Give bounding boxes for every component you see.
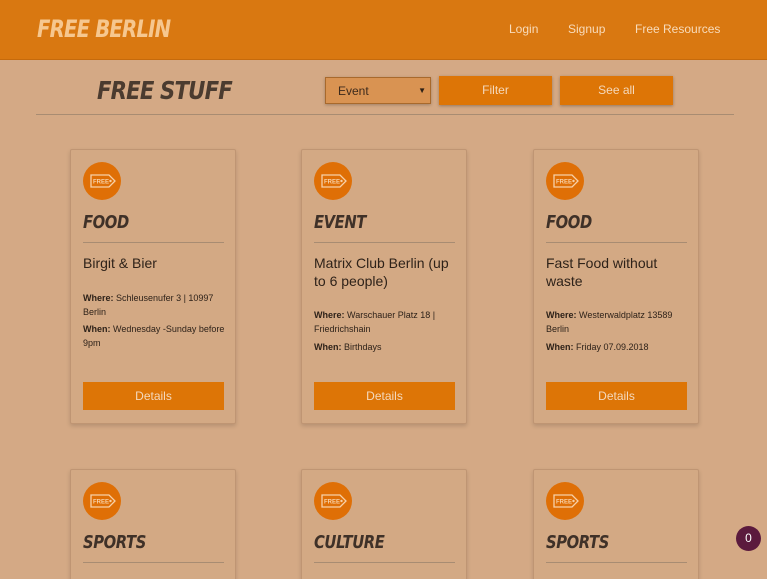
card-title: Fast Food without waste bbox=[546, 255, 658, 289]
free-tag-icon: FREE bbox=[546, 482, 584, 520]
card-title: Birgit & Bier bbox=[83, 255, 157, 271]
when-value: Birthdays bbox=[344, 342, 382, 352]
card-divider bbox=[546, 562, 687, 563]
nav-signup-link[interactable]: Signup bbox=[568, 22, 605, 36]
free-tag-icon: FREE bbox=[314, 162, 352, 200]
card-where: Where: Westerwaldplatz 13589 Berlin bbox=[546, 308, 691, 336]
when-label: When: bbox=[83, 324, 111, 334]
card-category: FOOD bbox=[83, 212, 129, 233]
offer-card: FREE CULTURE bbox=[301, 469, 467, 579]
card-when: When: Birthdays bbox=[314, 340, 459, 354]
card-title: Matrix Club Berlin (up to 6 people) bbox=[314, 255, 449, 289]
header-divider bbox=[36, 114, 734, 115]
when-label: When: bbox=[546, 342, 574, 352]
notification-badge[interactable]: 0 bbox=[736, 526, 761, 551]
category-select-value: Event bbox=[338, 84, 369, 98]
when-label: When: bbox=[314, 342, 342, 352]
where-label: Where: bbox=[314, 310, 345, 320]
card-divider bbox=[83, 242, 224, 243]
details-button[interactable]: Details bbox=[546, 382, 687, 410]
card-divider bbox=[314, 562, 455, 563]
card-where: Where: Schleusenufer 3 | 10997 Berlin bbox=[83, 291, 228, 319]
card-when: When: Wednesday -Sunday before 9pm bbox=[83, 322, 228, 350]
details-button[interactable]: Details bbox=[314, 382, 455, 410]
where-label: Where: bbox=[546, 310, 577, 320]
card-category: CULTURE bbox=[314, 532, 385, 553]
free-tag-icon: FREE bbox=[83, 482, 121, 520]
card-divider bbox=[83, 562, 224, 563]
offer-card: FREE SPORTS bbox=[533, 469, 699, 579]
when-value: Friday 07.09.2018 bbox=[576, 342, 649, 352]
nav-free-resources-link[interactable]: Free Resources bbox=[635, 22, 720, 36]
card-category: FOOD bbox=[546, 212, 592, 233]
card-divider bbox=[546, 242, 687, 243]
free-tag-icon: FREE bbox=[314, 482, 352, 520]
offer-card: FREE FOOD Birgit & Bier Where: Schleusen… bbox=[70, 149, 236, 424]
navbar: FREE BERLIN Login Signup Free Resources bbox=[0, 0, 767, 60]
svg-text:FREE: FREE bbox=[324, 180, 340, 186]
details-button[interactable]: Details bbox=[83, 382, 224, 410]
svg-text:FREE: FREE bbox=[93, 500, 109, 506]
brand-logo[interactable]: FREE BERLIN bbox=[37, 15, 171, 43]
free-tag-icon: FREE bbox=[83, 162, 121, 200]
svg-text:FREE: FREE bbox=[556, 180, 572, 186]
page-title: FREE STUFF bbox=[97, 76, 233, 105]
offer-card: FREE SPORTS bbox=[70, 469, 236, 579]
offer-card: FREE FOOD Fast Food without waste Where:… bbox=[533, 149, 699, 424]
card-category: SPORTS bbox=[83, 532, 146, 553]
svg-text:FREE: FREE bbox=[324, 500, 340, 506]
see-all-button[interactable]: See all bbox=[560, 76, 673, 105]
chevron-down-icon: ▼ bbox=[418, 86, 426, 95]
card-where: Where: Warschauer Platz 18 | Friedrichsh… bbox=[314, 308, 459, 336]
svg-text:FREE: FREE bbox=[93, 180, 109, 186]
card-when: When: Friday 07.09.2018 bbox=[546, 340, 691, 354]
offer-card: FREE EVENT Matrix Club Berlin (up to 6 p… bbox=[301, 149, 467, 424]
card-category: SPORTS bbox=[546, 532, 609, 553]
filter-button[interactable]: Filter bbox=[439, 76, 552, 105]
card-category: EVENT bbox=[314, 212, 366, 233]
svg-text:FREE: FREE bbox=[556, 500, 572, 506]
category-select[interactable]: Event ▼ bbox=[325, 77, 431, 104]
free-tag-icon: FREE bbox=[546, 162, 584, 200]
nav-login-link[interactable]: Login bbox=[509, 22, 538, 36]
where-label: Where: bbox=[83, 293, 114, 303]
card-divider bbox=[314, 242, 455, 243]
